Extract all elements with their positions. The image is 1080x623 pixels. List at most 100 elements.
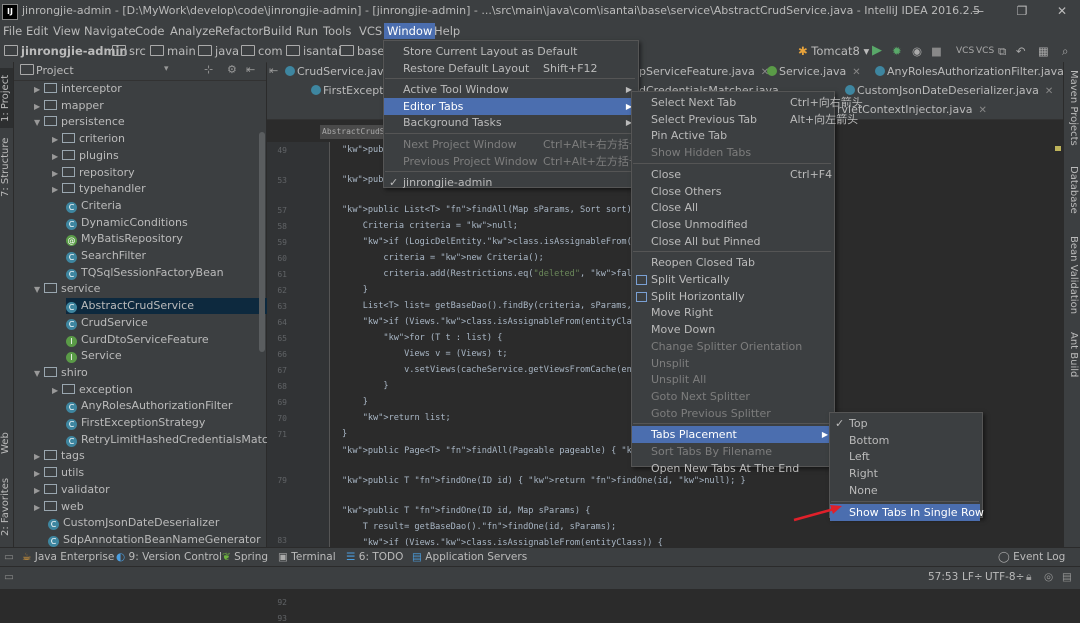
- tree-item[interactable]: ▶ interceptor: [34, 81, 262, 97]
- menu-item[interactable]: Close All: [632, 199, 832, 216]
- menu-item[interactable]: Tabs Placement ▶: [632, 426, 832, 444]
- code-line[interactable]: "kw">if (Views."kw">class.isAssignableFr…: [342, 317, 663, 327]
- menu-item[interactable]: Show Tabs In Single Row: [830, 503, 984, 521]
- menu-code[interactable]: Code: [132, 23, 167, 39]
- tool-tab-database[interactable]: Database: [1066, 166, 1079, 214]
- status-toggle-icon[interactable]: ▭: [4, 571, 14, 583]
- code-line[interactable]: }: [342, 429, 347, 439]
- breadcrumb-src[interactable]: src: [112, 43, 146, 59]
- tabs-prev-icon[interactable]: ⇤: [269, 64, 278, 77]
- line-separator[interactable]: LF÷: [962, 571, 983, 583]
- menu-item[interactable]: Active Tool Window ▶: [384, 81, 636, 98]
- breadcrumb-project[interactable]: jinrongjie-admin: [4, 43, 128, 59]
- menu-item[interactable]: Restore Default Layout Shift+F12: [384, 60, 636, 77]
- hide-panel-icon[interactable]: ⇤: [246, 63, 255, 76]
- tree-item[interactable]: C FirstExceptionStrategy: [66, 415, 294, 431]
- menu-refactor[interactable]: Refactor: [212, 23, 266, 39]
- inspector-icon[interactable]: ◎: [1044, 571, 1053, 583]
- coverage-icon[interactable]: ◉: [912, 43, 922, 59]
- tree-item[interactable]: C CustomJsonDateDeserializer: [48, 515, 276, 531]
- code-line[interactable]: v.setViews(cacheService.getViewsFromCach…: [342, 365, 658, 375]
- close-window-button[interactable]: ✕: [1044, 2, 1080, 20]
- menu-item[interactable]: Store Current Layout as Default: [384, 43, 636, 60]
- event-log-tab[interactable]: ◯ Event Log: [998, 550, 1065, 565]
- menu-item[interactable]: Split Vertically: [632, 271, 832, 288]
- tree-item[interactable]: ▶ repository: [52, 165, 280, 181]
- editor-tab[interactable]: Service.java ✕: [765, 62, 861, 81]
- tree-item[interactable]: ▼ service: [34, 281, 262, 297]
- menu-view[interactable]: View: [50, 23, 83, 39]
- tree-item[interactable]: ▶ validator: [34, 482, 262, 498]
- code-line[interactable]: criteria.add(Restrictions.eq("deleted", …: [342, 269, 657, 279]
- code-line[interactable]: "kw">public T "fn">findOne(ID id, Map sP…: [342, 506, 590, 516]
- tree-item[interactable]: ▶ exception: [52, 382, 280, 398]
- menu-tools[interactable]: Tools: [320, 23, 354, 39]
- tool-tab-java-enterprise[interactable]: ☕ Java Enterprise: [22, 550, 114, 565]
- tool-tab-project[interactable]: 1: Project: [0, 68, 13, 128]
- menu-item[interactable]: Reopen Closed Tab: [632, 254, 832, 271]
- menu-item[interactable]: ✓ Top: [830, 415, 980, 432]
- menu-item[interactable]: None: [830, 482, 980, 499]
- view-dropdown-icon[interactable]: ▾: [164, 64, 169, 74]
- editor-tab[interactable]: FirstExceptio: [309, 81, 393, 100]
- chevron-right-icon[interactable]: ▶: [34, 466, 44, 482]
- breadcrumb-main[interactable]: main: [150, 43, 196, 59]
- code-line[interactable]: "kw">public List<T> "fn">findAll(Map sPa…: [342, 205, 642, 215]
- menu-file[interactable]: File: [0, 23, 25, 39]
- code-line[interactable]: criteria = "kw">new Criteria();: [342, 253, 543, 263]
- tool-tab-web[interactable]: Web: [0, 428, 13, 458]
- breadcrumb-com[interactable]: com: [241, 43, 283, 59]
- menu-run[interactable]: Run: [293, 23, 321, 39]
- chevron-right-icon[interactable]: ▶: [52, 182, 62, 198]
- menu-analyze[interactable]: Analyze: [167, 23, 218, 39]
- menu-item[interactable]: Close Others: [632, 183, 832, 200]
- run-config-select[interactable]: ✱ Tomcat8 ▾: [798, 43, 869, 59]
- code-line[interactable]: "kw">return list;: [342, 413, 451, 423]
- breadcrumb-isantai[interactable]: isantai: [286, 43, 341, 59]
- tree-item[interactable]: ▶ typehandler: [52, 181, 280, 197]
- menu-navigate[interactable]: Navigate: [81, 23, 139, 39]
- code-line[interactable]: Views v = (Views) t;: [342, 349, 508, 359]
- breadcrumb-java[interactable]: java: [198, 43, 239, 59]
- menu-vcs[interactable]: VCS: [356, 23, 385, 39]
- menu-edit[interactable]: Edit: [23, 23, 51, 39]
- lock-icon[interactable]: 🔒︎: [1026, 571, 1032, 584]
- tree-item[interactable]: ▶ web: [34, 499, 262, 515]
- chevron-down-icon[interactable]: ▼: [34, 115, 44, 131]
- menu-help[interactable]: Help: [431, 23, 463, 39]
- memory-icon[interactable]: ▤: [1062, 571, 1072, 583]
- tool-tab-version-control[interactable]: ◐ 9: Version Control: [116, 550, 222, 565]
- menu-item[interactable]: Right: [830, 465, 980, 482]
- menu-item[interactable]: Close Ctrl+F4: [632, 166, 832, 183]
- editor-tab[interactable]: CustomJsonDateDeserializer.java ✕: [843, 81, 1053, 100]
- code-line[interactable]: List<T> list= getBaseDao().findBy(criter…: [342, 301, 658, 311]
- chevron-right-icon[interactable]: ▶: [52, 132, 62, 148]
- vcs-update-icon[interactable]: VCS: [956, 43, 974, 59]
- project-panel-title[interactable]: Project: [36, 64, 74, 77]
- chevron-right-icon[interactable]: ▶: [34, 449, 44, 465]
- tree-item[interactable]: C SdpAnnotationBeanNameGenerator: [48, 532, 276, 548]
- tool-tab-ant-build[interactable]: Ant Build: [1066, 332, 1079, 377]
- search-icon[interactable]: ⌕: [1062, 43, 1068, 59]
- menu-item[interactable]: Move Right: [632, 304, 832, 321]
- menu-item[interactable]: Split Horizontally: [632, 288, 832, 305]
- tool-tab-terminal[interactable]: ▣ Terminal: [278, 550, 336, 565]
- tree-item[interactable]: ▼ shiro: [34, 365, 262, 381]
- menu-item[interactable]: Select Previous Tab Alt+向左箭头: [632, 111, 858, 128]
- menu-build[interactable]: Build: [260, 23, 295, 39]
- maximize-button[interactable]: ❐: [1004, 2, 1040, 20]
- menu-item[interactable]: Close All but Pinned: [632, 233, 832, 250]
- editor-breadcrumb-tag[interactable]: AbstractCrudS: [320, 125, 390, 139]
- vcs-commit-icon[interactable]: VCS: [976, 43, 994, 59]
- code-line[interactable]: Criteria criteria = "kw">null;: [342, 221, 518, 231]
- chevron-right-icon[interactable]: ▶: [34, 82, 44, 98]
- menu-item[interactable]: Left: [830, 448, 980, 465]
- code-line[interactable]: T result= getBaseDao()."fn">findOne(id, …: [342, 522, 617, 532]
- tool-tab-bean-validation[interactable]: Bean Validation: [1066, 236, 1079, 314]
- menu-item[interactable]: Pin Active Tab: [632, 127, 832, 144]
- revert-icon[interactable]: ↶: [1016, 43, 1026, 59]
- code-line[interactable]: }: [342, 381, 388, 391]
- tool-tab-maven[interactable]: Maven Projects: [1066, 70, 1079, 146]
- menu-item[interactable]: Select Next Tab Ctrl+向右箭头: [632, 94, 863, 111]
- chevron-right-icon[interactable]: ▶: [52, 166, 62, 182]
